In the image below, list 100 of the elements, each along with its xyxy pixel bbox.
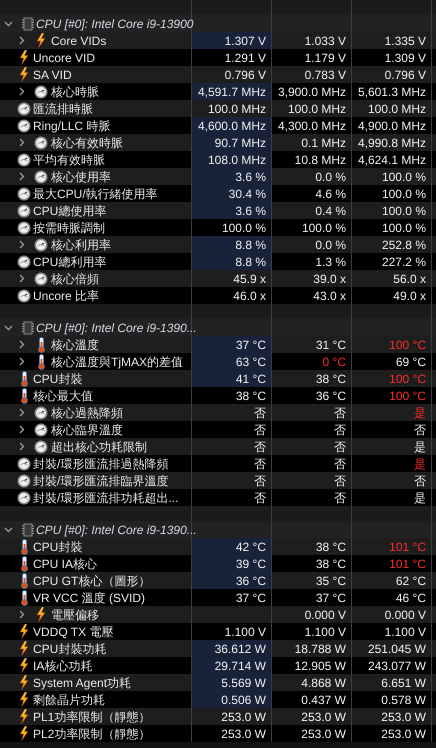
sensor-value: 是 <box>414 490 426 506</box>
sensor-row[interactable]: IA核心功耗 29.714 W 12.905 W 243.077 W <box>0 657 436 674</box>
expand-chevron-icon[interactable] <box>17 357 26 366</box>
sensor-value: 6.651 W <box>381 674 426 692</box>
sensor-row[interactable]: CPU GT核心（圖形） 36 °C 35 °C 62 °C <box>0 572 436 589</box>
expand-chevron-icon[interactable] <box>17 442 26 451</box>
sensor-value: 0.4 % <box>315 202 346 220</box>
expand-chevron-icon[interactable] <box>17 36 26 45</box>
sensor-value: 0.1 MHz <box>301 134 346 152</box>
sensor-row[interactable]: 封裝/環形匯流排臨界溫度 否 否 否 <box>0 472 436 489</box>
sensor-label: CPU封裝 <box>33 538 82 555</box>
sensor-row[interactable]: CPU封裝功耗 36.612 W 18.788 W 251.045 W <box>0 640 436 657</box>
sensor-value: 38 °C <box>316 556 346 572</box>
lightning-bolt-icon <box>19 624 29 639</box>
sensor-value: 100 °C <box>389 370 426 388</box>
sensor-row[interactable]: Core VIDs 1.307 V 1.033 V 1.335 V <box>0 32 436 49</box>
sensor-row[interactable]: CPU封裝 41 °C 38 °C 100 °C <box>0 370 436 387</box>
sensor-row[interactable]: 核心利用率 8.8 % 0.0 % 252.8 % <box>0 236 436 253</box>
sensor-value: 否 <box>414 422 426 438</box>
sensor-value: 0.000 V <box>384 606 426 624</box>
sensor-value: 否 <box>334 456 346 472</box>
sensor-value: 49.0 x <box>393 288 426 304</box>
expand-chevron-icon[interactable] <box>17 274 26 283</box>
sensor-value: 是 <box>414 404 426 422</box>
sensor-row[interactable]: Uncore VID 1.291 V 1.179 V 1.309 V <box>0 49 436 66</box>
sensor-value: 108.0 MHz <box>208 152 266 168</box>
sensor-row[interactable]: 核心過熱降頻 否 否 是 <box>0 404 436 421</box>
collapse-chevron-icon[interactable] <box>4 525 13 534</box>
sensor-value: 56.0 x <box>393 270 426 288</box>
sensor-row[interactable]: 平均有效時脈 108.0 MHz 10.8 MHz 4,624.1 MHz <box>0 151 436 168</box>
thermometer-icon <box>20 590 28 606</box>
sensor-label: 核心溫度與TjMAX的差值 <box>51 354 183 370</box>
sensor-row[interactable]: VDDQ TX 電壓 1.100 V 1.100 V 1.100 V <box>0 623 436 640</box>
sensor-value: 5.569 W <box>221 674 266 692</box>
sensor-value: 100.0 MHz <box>368 100 426 118</box>
expand-chevron-icon[interactable] <box>17 138 26 147</box>
lightning-bolt-icon <box>36 607 46 622</box>
expand-chevron-icon[interactable] <box>17 87 26 96</box>
sensor-row[interactable]: 核心臨界溫度 否 否 否 <box>0 421 436 438</box>
expand-chevron-icon[interactable] <box>17 240 26 249</box>
sensor-row[interactable]: 電壓偏移 0.000 V 0.000 V <box>0 606 436 623</box>
sensor-row[interactable]: 按需時脈調制 100.0 % 100.0 % 100.0 % <box>0 219 436 236</box>
sensor-row[interactable]: 核心溫度 37 °C 31 °C 100 °C <box>0 336 436 353</box>
sensor-row[interactable]: CPU總利用率 8.8 % 1.3 % 227.2 % <box>0 253 436 270</box>
sensor-row[interactable]: System Agent功耗 5.569 W 4.868 W 6.651 W <box>0 674 436 691</box>
sensor-row[interactable]: 封裝/環形匯流排過熱降頻 否 否 是 <box>0 455 436 472</box>
sensor-value: 否 <box>334 438 346 456</box>
sensor-value: 41 °C <box>236 370 266 388</box>
sensor-row[interactable]: 核心最大值 38 °C 36 °C 100 °C <box>0 387 436 404</box>
sensor-label: 核心最大值 <box>33 388 93 404</box>
lightning-bolt-icon <box>19 658 29 673</box>
sensor-value: 69 °C <box>396 354 426 370</box>
thermometer-icon <box>20 556 28 572</box>
sensor-row[interactable]: PL2功率限制（靜態） 253.0 W 253.0 W 253.0 W <box>0 725 436 742</box>
sensor-row[interactable]: 匯流排時脈 100.0 MHz 100.0 MHz 100.0 MHz <box>0 100 436 117</box>
sensor-label: VR VCC 溫度 (SVID) <box>33 590 146 606</box>
sensor-label: 剩餘晶片功耗 <box>33 692 105 708</box>
sensor-row[interactable]: 超出核心功耗限制 否 否 是 <box>0 438 436 455</box>
sensor-value: 39.0 x <box>313 270 346 288</box>
sensor-row[interactable]: 核心時脈 4,591.7 MHz 3,900.0 MHz 5,601.3 MHz <box>0 83 436 100</box>
lightning-bolt-icon <box>19 675 29 690</box>
sensor-row[interactable]: PL1功率限制（靜態） 253.0 W 253.0 W 253.0 W <box>0 708 436 725</box>
sensor-value: 0.796 V <box>384 66 426 84</box>
sensor-label: CPU IA核心 <box>33 556 98 572</box>
sensor-value: 4,900.0 MHz <box>358 118 426 134</box>
sensor-label: 核心利用率 <box>51 236 111 253</box>
sensor-row[interactable]: 最大CPU/執行緒使用率 30.4 % 4.6 % 100.0 % <box>0 185 436 202</box>
sensor-row[interactable]: CPU IA核心 39 °C 38 °C 101 °C <box>0 555 436 572</box>
sensor-row[interactable]: 核心有效時脈 90.7 MHz 0.1 MHz 4,990.8 MHz <box>0 134 436 151</box>
lightning-bolt-icon <box>19 641 29 656</box>
expand-chevron-icon[interactable] <box>17 610 26 619</box>
sensor-row[interactable]: CPU封裝 42 °C 38 °C 101 °C <box>0 538 436 555</box>
expand-chevron-icon[interactable] <box>17 340 26 349</box>
lightning-bolt-icon <box>19 692 29 707</box>
sensor-row[interactable]: 封裝/環形匯流排功耗超出... 否 否 是 <box>0 489 436 506</box>
sensor-value: 1.033 V <box>304 32 346 50</box>
sensor-row[interactable]: Ring/LLC 時脈 4,600.0 MHz 4,300.0 MHz 4,900.0 MHz <box>0 117 436 134</box>
sensor-row[interactable]: SA VID 0.796 V 0.783 V 0.796 V <box>0 66 436 83</box>
collapse-chevron-icon[interactable] <box>4 19 13 28</box>
sensor-label: 封裝/環形匯流排過熱降頻 <box>33 456 168 472</box>
sensor-row[interactable]: VR VCC 溫度 (SVID) 37 °C 37 °C 46 °C <box>0 589 436 606</box>
collapse-chevron-icon[interactable] <box>4 323 13 332</box>
sensor-value: 253.0 W <box>301 726 346 742</box>
gauge-icon <box>17 288 31 302</box>
sensor-row[interactable]: CPU總使用率 3.6 % 0.4 % 100.0 % <box>0 202 436 219</box>
expand-chevron-icon[interactable] <box>17 172 26 181</box>
sensor-value: 1.100 V <box>224 624 266 640</box>
sensor-row[interactable]: 剩餘晶片功耗 0.506 W 0.437 W 0.578 W <box>0 691 436 708</box>
sensor-value: 63 °C <box>236 354 266 370</box>
sensor-row[interactable]: 核心倍頻 45.9 x 39.0 x 56.0 x <box>0 270 436 287</box>
gauge-icon <box>17 102 31 116</box>
sensor-row[interactable]: 核心溫度與TjMAX的差值 63 °C 0 °C 69 °C <box>0 353 436 370</box>
gauge-icon <box>34 136 48 150</box>
sensor-row[interactable]: 核心使用率 3.6 % 0.0 % 100.0 % <box>0 168 436 185</box>
sensor-value: 100.0 % <box>382 220 426 236</box>
expand-chevron-icon[interactable] <box>17 408 26 417</box>
sensor-value: 37 °C <box>236 336 266 354</box>
expand-chevron-icon[interactable] <box>17 425 26 434</box>
sensor-row[interactable]: Uncore 比率 46.0 x 43.0 x 49.0 x <box>0 287 436 304</box>
sensor-value: 100 °C <box>389 388 426 404</box>
